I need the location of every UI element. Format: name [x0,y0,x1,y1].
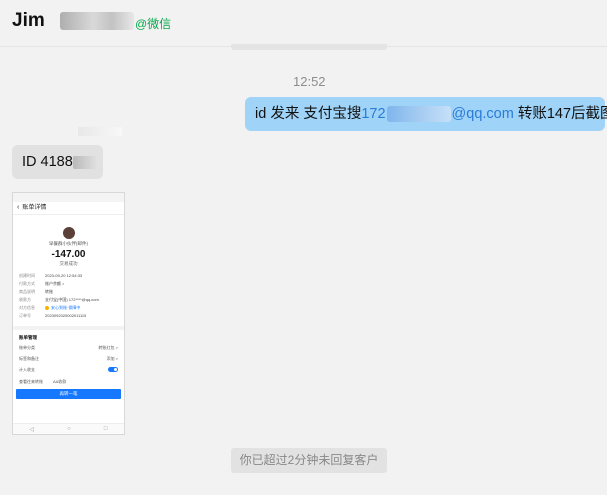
detail-row: 订单号 2023092020002011115 [19,313,87,318]
email-redaction [386,106,451,123]
aa-link: AA收款 [53,379,67,384]
chat-header: Jim @微信 [0,0,607,47]
previous-message-edge [231,44,387,50]
system-notice: 你已超过2分钟未回复客户 [231,448,387,473]
bill-setting-row: 计入收支 [13,364,124,375]
outgoing-message-bubble[interactable]: id 发来 支付宝搜172 @qq.com 转账147后截图 [245,97,607,131]
detail-row: 商品说明 转账 [19,289,53,294]
merchant-name: 早餐群小伙伴(邮件) [49,241,88,246]
outgoing-text-prefix: id 发来 支付宝搜 [255,106,362,122]
history-link: 查看往来转账 [19,379,43,384]
bill-setting-row: 标签和备注 添加 > [19,356,118,361]
incoming-text: ID 4188 [22,154,73,170]
phone-nav-title: 账单详情 [22,205,47,211]
section-divider [13,326,124,330]
phone-status-bar [13,193,124,202]
home-circle-icon: ○ [67,426,71,432]
message-timestamp: 12:52 [293,74,326,89]
transfer-again-button: 再转一笔 [16,389,121,399]
phone-links: 查看往来转账 AA收款 [13,377,124,387]
detail-row: 创建时间 2023-09-20 12:54:33 [19,273,83,278]
phone-nav-bar: ‹ 账单详情 [13,202,124,215]
shield-icon [45,305,49,310]
phone-navbar: ◁ ○ □ [13,423,124,434]
bill-setting-row: 账单分类 转账红包 > [19,345,118,350]
wechat-source-tag: @微信 [135,17,172,31]
bill-management-title: 账单管理 [19,335,37,340]
detail-row: 对方信息 安心到账·保障中 [19,305,81,310]
id-redaction [72,155,99,169]
toggle-switch [108,367,118,372]
contact-name[interactable]: Jim [12,10,45,32]
payment-status: 交易成功 [59,261,78,266]
email-start: 172 [361,106,386,122]
contact-name-redaction [60,12,134,30]
detail-row: 收款方 支付宝(中国) 172****@qq.com [19,297,99,302]
outgoing-text-suffix: 转账147后截图 [513,106,607,122]
back-arrow-icon: ‹ [17,204,20,211]
merchant-avatar [62,227,75,239]
payment-amount: -147.00 [51,249,86,260]
back-triangle-icon: ◁ [29,426,35,433]
order-number-redaction [78,127,122,136]
recents-square-icon: □ [103,426,108,432]
email-link[interactable]: 172 @qq.com [361,106,514,123]
detail-row: 付款方式 账户余额 > [19,281,65,286]
payment-screenshot-image[interactable]: ‹ 账单详情 早餐群小伙伴(邮件) -147.00 交易成功 创建时间 2023-0… [12,192,125,435]
email-end: @qq.com [451,106,514,122]
incoming-message-bubble[interactable]: ID 4188 [12,145,103,179]
